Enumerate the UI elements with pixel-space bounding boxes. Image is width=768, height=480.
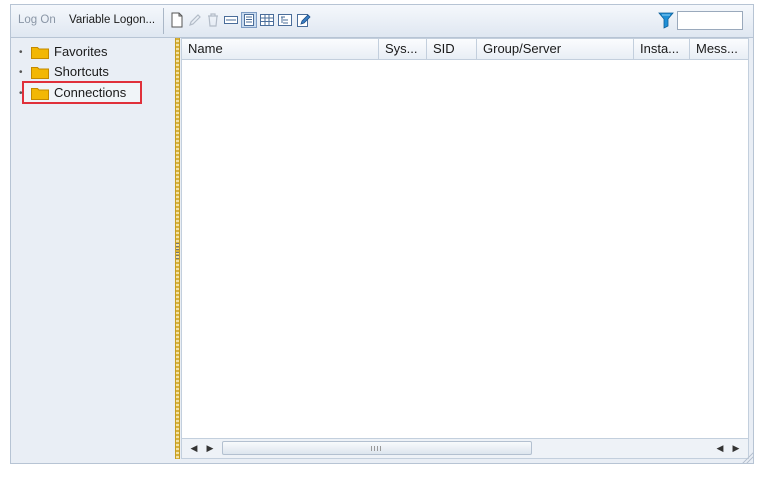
window-resize-grip[interactable] [741,451,753,463]
folder-icon [31,66,49,79]
tree-bullet: • [19,87,23,99]
delete-icon[interactable] [205,12,221,28]
toolbar-separator [163,8,164,34]
tree-label: Favorites [54,44,108,59]
column-header-instance[interactable]: Insta... [634,39,690,59]
scroll-left-end-icon[interactable]: ◀ [714,442,726,454]
tree-bullet: • [19,66,23,78]
new-item-icon[interactable] [169,12,185,28]
tree-view-icon[interactable] [277,12,293,28]
folder-icon [31,46,49,59]
tree-item-connections[interactable]: • Connections [19,84,126,102]
grid-view-icon[interactable] [259,12,275,28]
column-header-sid[interactable]: SID [427,39,477,59]
properties-icon[interactable] [223,12,239,28]
horizontal-scrollbar[interactable]: ◀ ▶ ◀ ▶ [182,438,748,458]
column-header-name[interactable]: Name [182,39,379,59]
connections-grid: Name Sys... SID Group/Server Insta... Me… [181,38,749,459]
tree-pane: • Favorites • Shortcuts • Connections [11,38,175,459]
scroll-left-icon[interactable]: ◀ [188,442,200,454]
folder-icon [31,87,49,100]
tree-label: Shortcuts [54,64,109,79]
grid-header: Name Sys... SID Group/Server Insta... Me… [182,39,748,60]
filter-icon[interactable] [658,11,674,29]
toolbar: Log On Variable Logon... [11,5,753,38]
thumb-grip-icon [371,446,381,451]
logon-button[interactable]: Log On [18,13,56,27]
edit-icon[interactable] [187,12,203,28]
column-header-system[interactable]: Sys... [379,39,427,59]
tree-item-shortcuts[interactable]: • Shortcuts [19,63,109,81]
scrollbar-thumb[interactable] [222,441,532,455]
filter-input[interactable] [677,11,743,30]
tree-label: Connections [54,85,127,100]
sap-logon-window: Log On Variable Logon... • Favorites • S… [10,4,754,464]
edit-entry-icon[interactable] [295,12,311,28]
list-view-icon[interactable] [241,12,257,28]
pane-splitter[interactable] [175,38,180,459]
tree-item-favorites[interactable]: • Favorites [19,43,107,61]
tree-bullet: • [19,46,23,58]
variable-logon-button[interactable]: Variable Logon... [69,13,155,27]
column-header-group-server[interactable]: Group/Server [477,39,634,59]
scroll-right-icon[interactable]: ▶ [204,442,216,454]
column-header-message-server[interactable]: Mess... [690,39,754,59]
splitter-grip[interactable] [176,243,179,259]
